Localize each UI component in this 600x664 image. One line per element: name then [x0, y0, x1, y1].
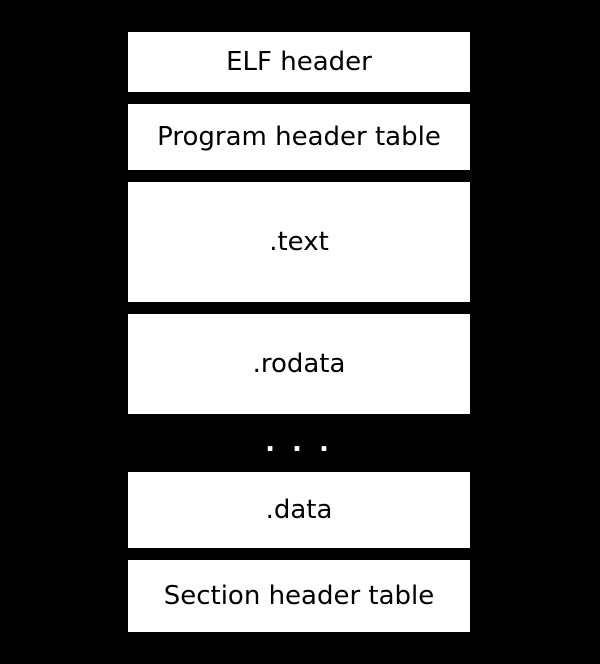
data-section-box: .data — [124, 468, 474, 552]
elf-layout-diagram: ELF header Program header table .text .r… — [0, 0, 600, 664]
ellipsis: . . . — [124, 418, 474, 468]
rodata-section-box: .rodata — [124, 310, 474, 418]
elf-header-box: ELF header — [124, 28, 474, 96]
text-section-box: .text — [124, 178, 474, 306]
program-header-table-label: Program header table — [157, 122, 441, 152]
rodata-section-label: .rodata — [253, 349, 346, 379]
data-section-label: .data — [266, 495, 333, 525]
ellipsis-label: . . . — [265, 428, 333, 458]
program-header-table-box: Program header table — [124, 100, 474, 174]
elf-header-label: ELF header — [226, 47, 372, 77]
section-header-table-label: Section header table — [164, 581, 435, 611]
text-section-label: .text — [269, 227, 329, 257]
section-header-table-box: Section header table — [124, 556, 474, 636]
